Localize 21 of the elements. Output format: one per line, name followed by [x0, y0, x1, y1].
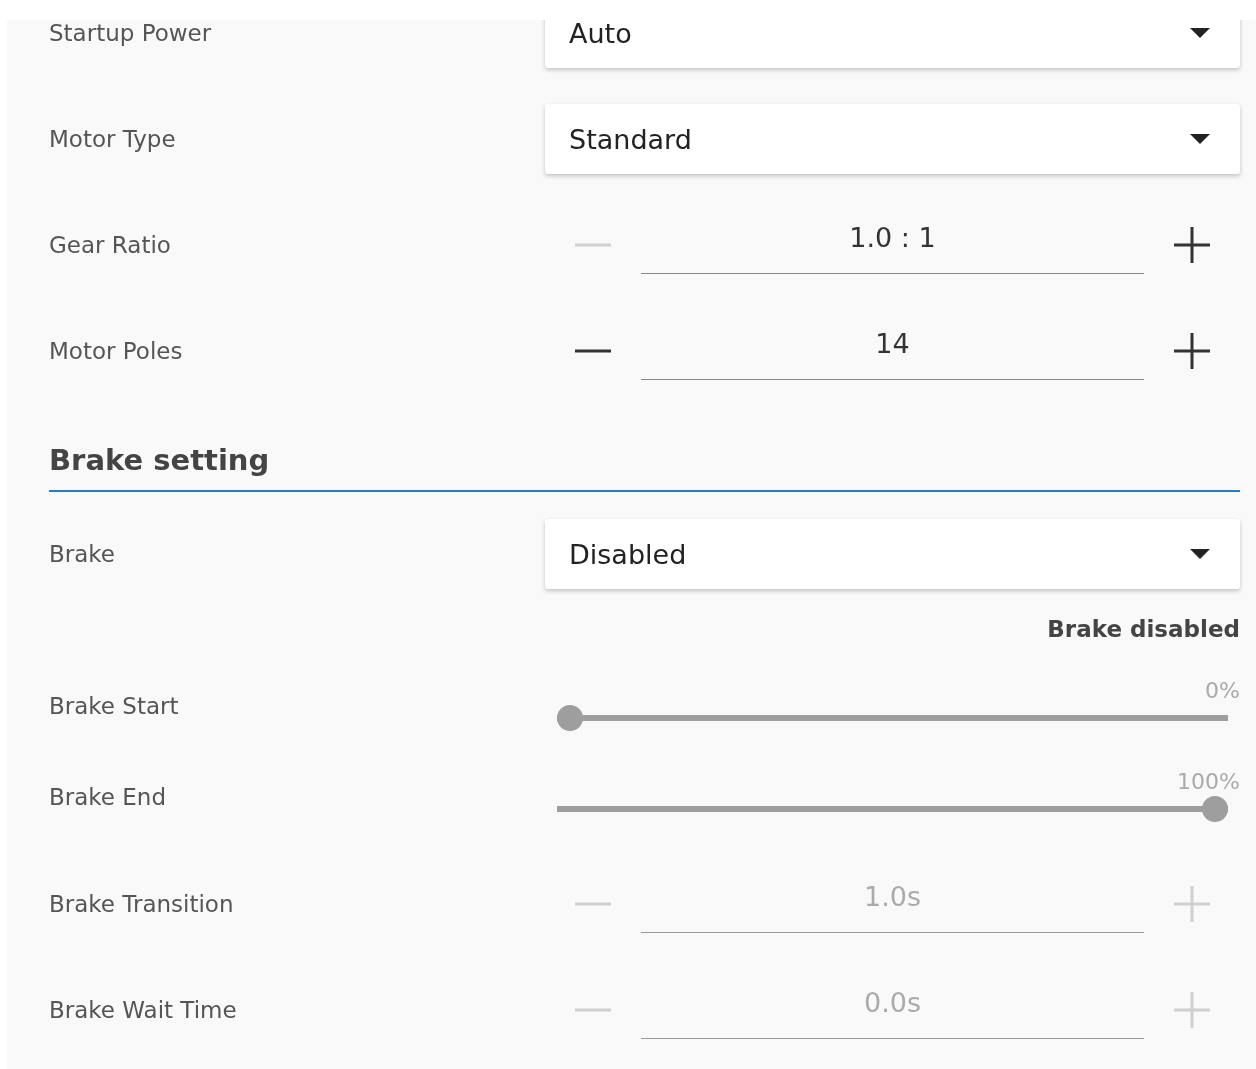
caret-icon [1190, 549, 1210, 559]
dropdown[interactable]: Auto [545, 20, 1240, 68]
field-label: Motor Poles [49, 338, 183, 364]
field-label: Brake Transition [49, 891, 234, 917]
dropdown[interactable]: Standard [545, 104, 1240, 174]
dropdown[interactable]: Disabled [545, 519, 1240, 589]
slider-value: 100% [1177, 768, 1240, 796]
field-label: Brake End [49, 783, 166, 812]
number-field[interactable]: 14 [641, 316, 1144, 380]
section-header: Brake setting [49, 422, 1240, 492]
field-label: Motor Type [49, 126, 176, 152]
field-label: Gear Ratio [49, 232, 171, 258]
field-label: Brake [49, 541, 115, 567]
status-note: Brake disabled [1047, 616, 1240, 642]
caret-icon [1190, 134, 1210, 144]
field-label: Startup Power [49, 20, 212, 46]
field-label: Brake Start [49, 692, 179, 721]
caret-icon [1190, 28, 1210, 38]
number-field[interactable]: 1.0 : 1 [641, 210, 1144, 274]
field-label: Brake Wait Time [49, 997, 237, 1023]
slider-value: 0% [1205, 677, 1240, 705]
